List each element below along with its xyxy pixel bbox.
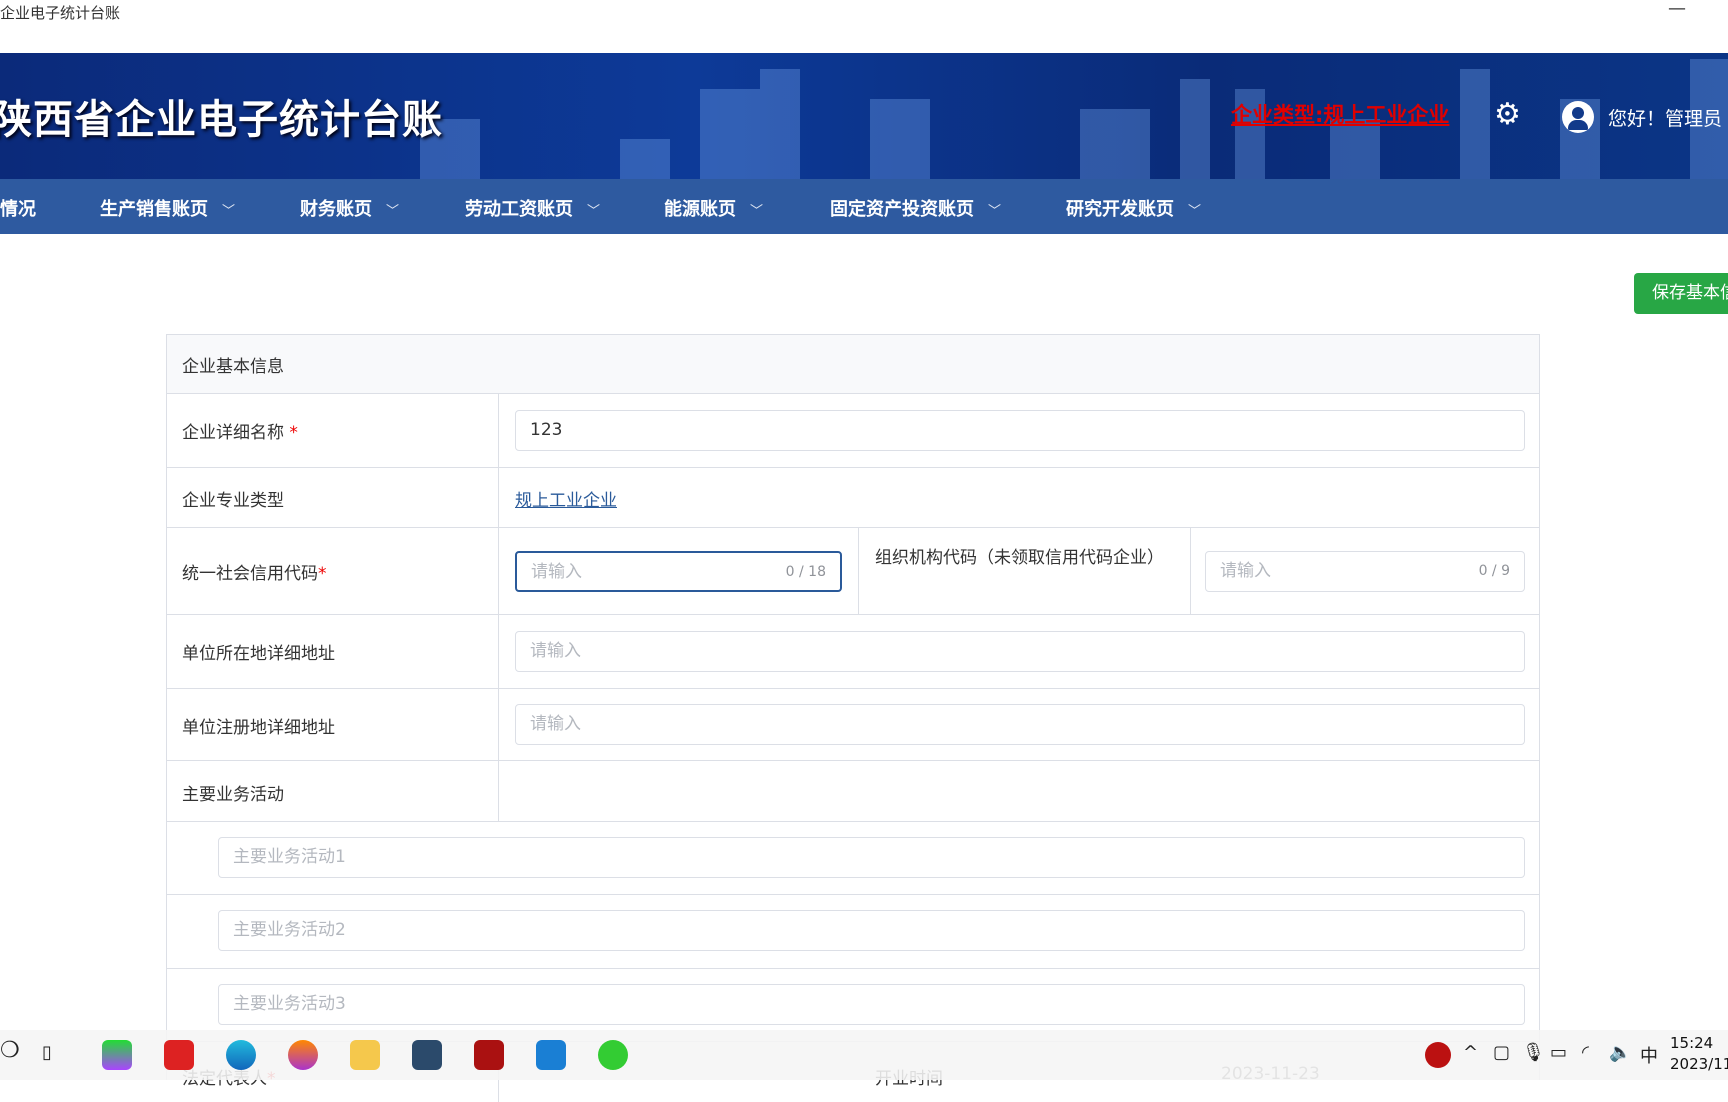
chevron-down-icon: ﹀ — [222, 204, 236, 219]
firefox-icon[interactable] — [288, 1040, 318, 1070]
task-view-icon[interactable]: ▯ — [42, 1042, 52, 1063]
row-activity: 主要业务活动 — [167, 761, 1539, 822]
gear-icon[interactable]: ⚙ — [1494, 100, 1524, 130]
header-banner: 陕西省企业电子统计台账 企业类型:规上工业企业 — [0, 53, 1728, 179]
tray-app-icon[interactable] — [1425, 1042, 1451, 1068]
nav-item-production-sales[interactable]: 生产销售账页 ﹀ — [100, 195, 235, 221]
minimize-icon[interactable]: — — [1668, 0, 1686, 19]
activity-3-input[interactable]: 主要业务活动3 — [218, 984, 1525, 1025]
enterprise-type-value[interactable]: 规上工业企业 — [515, 486, 617, 511]
org-code-input[interactable]: 请输入 0 / 9 — [1205, 551, 1525, 592]
window-titlebar: 企业电子统计台账 — — [0, 0, 1728, 53]
camera-icon[interactable]: ▢ — [1493, 1042, 1510, 1063]
type-label: 企业专业类型 — [182, 491, 284, 511]
credit-code-label: 统一社会信用代码* — [182, 564, 327, 584]
activity-1-input[interactable]: 主要业务活动1 — [218, 837, 1525, 878]
basic-info-form: 企业基本信息 企业详细名称 * 123 企业专业类型 规上工业企业 统一社会信用… — [166, 334, 1540, 1102]
org-code-label: 组织机构代码（未领取信用代码企业） — [875, 548, 1164, 568]
chevron-down-icon: ﹀ — [988, 204, 1002, 219]
microphone-icon[interactable]: 🎙 — [1522, 1042, 1545, 1063]
edge-icon[interactable] — [226, 1040, 256, 1070]
nav-item-labor-wage[interactable]: 劳动工资账页 ﹀ — [465, 195, 600, 221]
user-greeting[interactable]: 您好！管理员 — [1608, 104, 1722, 131]
clock[interactable]: 15:24 2023/11 — [1670, 1033, 1728, 1075]
battery-icon[interactable]: ▭ — [1550, 1042, 1567, 1063]
chevron-down-icon: ﹀ — [750, 204, 764, 219]
credit-code-input[interactable]: 请输入 0 / 18 — [515, 551, 842, 592]
enterprise-type-link[interactable]: 企业类型:规上工业企业 — [1231, 99, 1449, 129]
chevron-down-icon: ﹀ — [386, 204, 400, 219]
row-activity-2: 主要业务活动2 — [167, 895, 1539, 969]
save-basic-info-button[interactable]: 保存基本信息 — [1634, 273, 1728, 314]
chevron-down-icon: ﹀ — [587, 204, 601, 219]
address-input[interactable]: 请输入 — [515, 631, 1525, 672]
nav-item-finance[interactable]: 财务账页 ﹀ — [300, 195, 399, 221]
nav-item-fixed-assets[interactable]: 固定资产投资账页 ﹀ — [830, 195, 1001, 221]
row-type: 企业专业类型 规上工业企业 — [167, 468, 1539, 528]
wifi-icon[interactable]: ◜ — [1582, 1042, 1589, 1063]
section-header: 企业基本信息 — [167, 335, 1539, 394]
enterprise-name-input[interactable]: 123 — [515, 410, 1525, 451]
nav-item-energy[interactable]: 能源账页 ﹀ — [664, 195, 763, 221]
wechat-icon[interactable] — [598, 1040, 628, 1070]
volume-icon[interactable]: 🔈 — [1609, 1042, 1631, 1063]
netease-music-icon[interactable] — [164, 1040, 194, 1070]
os-taskbar: ❍ ▯ ^ ▢ 🎙 ▭ ◜ 🔈 中 15:24 2023/11 — [0, 1030, 1728, 1080]
window-title: 企业电子统计台账 — [0, 4, 121, 22]
row-codes: 统一社会信用代码* 请输入 0 / 18 组织机构代码（未领取信用代码企业） 请输… — [167, 528, 1539, 615]
main-nav: 情况 生产销售账页 ﹀ 财务账页 ﹀ 劳动工资账页 ﹀ 能源账页 ﹀ 固定资产投资账页 ﹀… — [0, 179, 1728, 234]
name-label: 企业详细名称 * — [182, 423, 298, 443]
app-red-icon[interactable] — [474, 1040, 504, 1070]
row-activity-1: 主要业务活动1 — [167, 822, 1539, 895]
section-title: 企业基本信息 — [182, 357, 284, 377]
row-reg-address: 单位注册地详细地址 请输入 — [167, 689, 1539, 761]
app-icon[interactable] — [412, 1040, 442, 1070]
activity-2-input[interactable]: 主要业务活动2 — [218, 910, 1525, 951]
user-avatar-icon[interactable] — [1562, 101, 1594, 133]
row-address: 单位所在地详细地址 请输入 — [167, 615, 1539, 689]
nav-item-rnd[interactable]: 研究开发账页 ﹀ — [1066, 195, 1201, 221]
file-explorer-icon[interactable] — [350, 1040, 380, 1070]
ime-indicator[interactable]: 中 — [1640, 1042, 1658, 1068]
video-player-icon[interactable] — [536, 1040, 566, 1070]
chevron-up-icon[interactable]: ^ — [1463, 1042, 1478, 1063]
nav-item-overview[interactable]: 情况 — [0, 195, 36, 221]
reg-address-input[interactable]: 请输入 — [515, 704, 1525, 745]
iqiyi-icon[interactable] — [102, 1040, 132, 1070]
chevron-down-icon: ﹀ — [1188, 204, 1202, 219]
search-icon[interactable]: ❍ — [0, 1038, 20, 1063]
row-name: 企业详细名称 * 123 — [167, 394, 1539, 468]
app-title: 陕西省企业电子统计台账 — [0, 97, 443, 143]
